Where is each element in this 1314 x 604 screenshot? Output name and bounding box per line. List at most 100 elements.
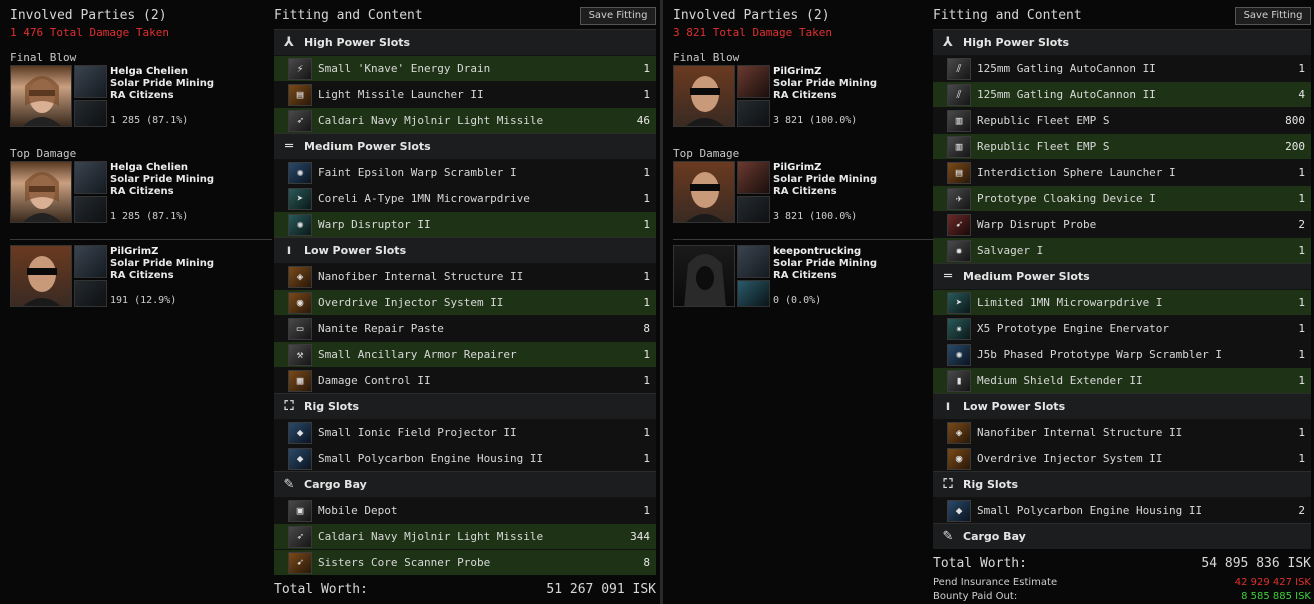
energy-drain-icon[interactable]: ⚡: [288, 57, 312, 80]
slot-header-cargo-bay[interactable]: ✎ Cargo Bay: [933, 523, 1311, 549]
final-blow-party[interactable]: Helga Chelien Solar Pride Mining RA Citi…: [10, 65, 272, 145]
final-blow-party[interactable]: PilGrimZ Solar Pride Mining RA Citizens …: [673, 65, 935, 145]
salvager-icon[interactable]: ✹: [947, 239, 971, 262]
slot-header-medium-power-slots[interactable]: ═ Medium Power Slots: [933, 263, 1311, 289]
missile-launcher-icon[interactable]: ▤: [288, 83, 312, 106]
weapon-icon[interactable]: [737, 100, 770, 127]
fitting-item-row[interactable]: ◆ Small Polycarbon Engine Housing II 1: [274, 445, 656, 471]
character-name[interactable]: PilGrimZ: [773, 66, 821, 77]
fitting-item-row[interactable]: ✺ J5b Phased Prototype Warp Scrambler I 1: [933, 341, 1311, 367]
slot-header-high-power-slots[interactable]: ⅄ High Power Slots: [274, 29, 656, 55]
attacker-party[interactable]: keepontrucking Solar Pride Mining RA Cit…: [673, 245, 935, 325]
missile-icon[interactable]: ➶: [288, 109, 312, 132]
corporation-name[interactable]: Solar Pride Mining: [110, 174, 214, 185]
save-fitting-button[interactable]: Save Fitting: [580, 7, 656, 25]
polycarbon-rig-icon[interactable]: ◆: [288, 447, 312, 470]
slot-header-low-power-slots[interactable]: ı Low Power Slots: [933, 393, 1311, 419]
slot-header-cargo-bay[interactable]: ✎ Cargo Bay: [274, 471, 656, 497]
fitting-item-row[interactable]: ⫽ 125mm Gatling AutoCannon II 4: [933, 81, 1311, 107]
damage-control-icon[interactable]: ▦: [288, 369, 312, 392]
slot-header-low-power-slots[interactable]: ı Low Power Slots: [274, 237, 656, 263]
autocannon-icon[interactable]: ⫽: [947, 83, 971, 106]
fitting-item-row[interactable]: ▣ Mobile Depot 1: [274, 497, 656, 523]
character-name[interactable]: Helga Chelien: [110, 162, 188, 173]
microwarpdrive-icon[interactable]: ➤: [947, 291, 971, 314]
overdrive-icon[interactable]: ◉: [288, 291, 312, 314]
ionic-field-rig-icon[interactable]: ◆: [288, 421, 312, 444]
fitting-item-row[interactable]: ◈ Nanofiber Internal Structure II 1: [274, 263, 656, 289]
disrupt-probe-icon[interactable]: ➹: [947, 213, 971, 236]
fitting-item-row[interactable]: ▭ Nanite Repair Paste 8: [274, 315, 656, 341]
alliance-name[interactable]: RA Citizens: [110, 186, 174, 197]
fitting-item-row[interactable]: ▮ Medium Shield Extender II 1: [933, 367, 1311, 393]
fitting-item-row[interactable]: ➤ Coreli A-Type 1MN Microwarpdrive 1: [274, 185, 656, 211]
alliance-name[interactable]: RA Citizens: [110, 90, 174, 101]
nanofiber-icon[interactable]: ◈: [947, 421, 971, 444]
slot-header-high-power-slots[interactable]: ⅄ High Power Slots: [933, 29, 1311, 55]
autocannon-icon[interactable]: ⫽: [947, 57, 971, 80]
fitting-item-row[interactable]: ▦ Damage Control II 1: [274, 367, 656, 393]
fitting-item-row[interactable]: ✈ Prototype Cloaking Device I 1: [933, 185, 1311, 211]
ship-icon[interactable]: [737, 161, 770, 194]
character-name[interactable]: keepontrucking: [773, 246, 861, 257]
fitting-item-row[interactable]: ◈ Nanofiber Internal Structure II 1: [933, 419, 1311, 445]
emp-ammo-icon[interactable]: ▥: [947, 135, 971, 158]
ship-icon[interactable]: [737, 245, 770, 278]
character-name[interactable]: PilGrimZ: [773, 162, 821, 173]
fitting-item-row[interactable]: ➹ Sisters Core Scanner Probe 8: [274, 549, 656, 575]
fitting-item-row[interactable]: ⫽ 125mm Gatling AutoCannon II 1: [933, 55, 1311, 81]
interdiction-launcher-icon[interactable]: ▤: [947, 161, 971, 184]
fitting-item-row[interactable]: ➶ Caldari Navy Mjolnir Light Missile 344: [274, 523, 656, 549]
shield-extender-icon[interactable]: ▮: [947, 369, 971, 392]
character-portrait[interactable]: [673, 161, 735, 223]
character-name[interactable]: PilGrimZ: [110, 246, 158, 257]
warp-scrambler-icon[interactable]: ✺: [288, 161, 312, 184]
slot-header-rig-slots[interactable]: ⛶ Rig Slots: [274, 393, 656, 419]
character-portrait[interactable]: [10, 161, 72, 223]
character-name[interactable]: Helga Chelien: [110, 66, 188, 77]
web-icon[interactable]: ✷: [947, 317, 971, 340]
cloak-icon[interactable]: ✈: [947, 187, 971, 210]
nanofiber-icon[interactable]: ◈: [288, 265, 312, 288]
alliance-name[interactable]: RA Citizens: [773, 270, 837, 281]
weapon-icon[interactable]: [737, 280, 770, 307]
fitting-item-row[interactable]: ➶ Caldari Navy Mjolnir Light Missile 46: [274, 107, 656, 133]
ship-icon[interactable]: [74, 65, 107, 98]
mobile-depot-icon[interactable]: ▣: [288, 499, 312, 522]
weapon-icon[interactable]: [737, 196, 770, 223]
ship-icon[interactable]: [737, 65, 770, 98]
alliance-name[interactable]: RA Citizens: [773, 186, 837, 197]
emp-ammo-icon[interactable]: ▥: [947, 109, 971, 132]
corporation-name[interactable]: Solar Pride Mining: [110, 78, 214, 89]
top-damage-party[interactable]: PilGrimZ Solar Pride Mining RA Citizens …: [673, 161, 935, 241]
save-fitting-button[interactable]: Save Fitting: [1235, 7, 1311, 25]
fitting-item-row[interactable]: ✺ Faint Epsilon Warp Scrambler I 1: [274, 159, 656, 185]
weapon-icon[interactable]: [74, 280, 107, 307]
overdrive-icon[interactable]: ◉: [947, 447, 971, 470]
warp-scrambler-icon[interactable]: ✺: [947, 343, 971, 366]
alliance-name[interactable]: RA Citizens: [110, 270, 174, 281]
slot-header-rig-slots[interactable]: ⛶ Rig Slots: [933, 471, 1311, 497]
fitting-item-row[interactable]: ▤ Interdiction Sphere Launcher I 1: [933, 159, 1311, 185]
microwarpdrive-icon[interactable]: ➤: [288, 187, 312, 210]
fitting-item-row[interactable]: ◉ Overdrive Injector System II 1: [274, 289, 656, 315]
missile-icon[interactable]: ➶: [288, 525, 312, 548]
top-damage-party[interactable]: Helga Chelien Solar Pride Mining RA Citi…: [10, 161, 272, 241]
fitting-item-row[interactable]: ▥ Republic Fleet EMP S 800: [933, 107, 1311, 133]
fitting-item-row[interactable]: ✷ X5 Prototype Engine Enervator 1: [933, 315, 1311, 341]
character-portrait[interactable]: [10, 65, 72, 127]
corporation-name[interactable]: Solar Pride Mining: [773, 78, 877, 89]
ship-icon[interactable]: [74, 245, 107, 278]
fitting-item-row[interactable]: ⚒ Small Ancillary Armor Repairer 1: [274, 341, 656, 367]
nanite-paste-icon[interactable]: ▭: [288, 317, 312, 340]
attacker-party[interactable]: PilGrimZ Solar Pride Mining RA Citizens …: [10, 245, 272, 325]
character-portrait[interactable]: [673, 245, 735, 307]
alliance-name[interactable]: RA Citizens: [773, 90, 837, 101]
fitting-item-row[interactable]: ✹ Salvager I 1: [933, 237, 1311, 263]
fitting-item-row[interactable]: ◆ Small Ionic Field Projector II 1: [274, 419, 656, 445]
armor-repairer-icon[interactable]: ⚒: [288, 343, 312, 366]
character-portrait[interactable]: [10, 245, 72, 307]
corporation-name[interactable]: Solar Pride Mining: [773, 174, 877, 185]
fitting-item-row[interactable]: ◉ Overdrive Injector System II 1: [933, 445, 1311, 471]
fitting-item-row[interactable]: ➤ Limited 1MN Microwarpdrive I 1: [933, 289, 1311, 315]
